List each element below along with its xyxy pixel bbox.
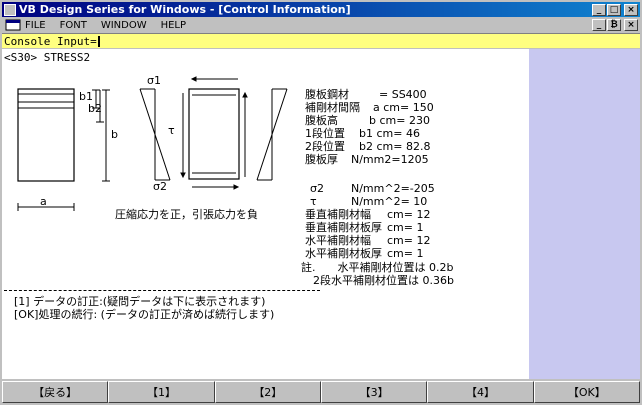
menu-font[interactable]: FONT: [60, 20, 87, 31]
param-label: 2段位置: [305, 140, 345, 153]
result-label: 水平補剛材板厚: [305, 247, 382, 260]
tau-label: τ: [168, 124, 175, 137]
option-4-button[interactable]: 【4】: [427, 381, 534, 403]
app-icon[interactable]: [4, 3, 16, 16]
title-bar[interactable]: VB Design Series for Windows - [Control …: [2, 2, 640, 17]
child-close-button[interactable]: ×: [624, 19, 638, 31]
param-label: 1段位置: [305, 127, 345, 140]
text-caret: [97, 35, 100, 47]
param-value: = SS400: [357, 88, 427, 101]
param-value: b1 cm= 46: [359, 127, 420, 140]
note-line: 2段水平補剛材位置は 0.36b: [313, 274, 454, 287]
result-label: 垂直補剛材板厚: [305, 221, 382, 234]
param-value: b cm= 230: [347, 114, 430, 127]
result-value: cm= 12: [387, 208, 431, 221]
param-label: 腹板厚: [305, 153, 338, 166]
stress-label: σ2: [310, 182, 324, 195]
console-input[interactable]: Console Input=: [2, 33, 640, 48]
menu-bar: FILE FONT WINDOW HELP _ ₿ ×: [2, 18, 640, 32]
console-label: Console Input=: [4, 34, 97, 48]
drawing-canvas: <S30> STRESS2 σ1 σ2 τ b1 b2 b a 圧縮応力を正，引…: [2, 49, 529, 379]
ok-button[interactable]: 【OK】: [533, 381, 640, 403]
child-minimize-button[interactable]: _: [592, 19, 606, 31]
option-2-button[interactable]: 【2】: [214, 381, 321, 403]
document-icon[interactable]: [5, 19, 21, 31]
close-button[interactable]: ×: [624, 3, 638, 16]
option-1-button[interactable]: 【1】: [108, 381, 215, 403]
param-value: b2 cm= 82.8: [359, 140, 431, 153]
side-panel: [529, 49, 640, 379]
stress-label: τ: [310, 195, 317, 208]
result-value: cm= 1: [387, 221, 424, 234]
option-3-button[interactable]: 【3】: [320, 381, 428, 403]
menu-file[interactable]: FILE: [25, 20, 46, 31]
minimize-button[interactable]: _: [592, 3, 606, 16]
result-label: 水平補剛材幅: [305, 234, 371, 247]
back-button[interactable]: 【戻る】: [2, 381, 109, 403]
param-value: a cm= 150: [373, 101, 434, 114]
b2-label: b2: [88, 102, 102, 115]
sigma1-label: σ1: [147, 74, 161, 87]
message-line: [OK]処理の続行: (データの訂正が済めば続行します): [14, 308, 275, 321]
function-button-bar: 【戻る】 【1】 【2】 【3】 【4】 【OK】: [2, 381, 640, 403]
param-value: N/mm2=1205: [351, 153, 429, 166]
note-line: 註. 水平補剛材位置は 0.2b: [301, 261, 454, 274]
result-value: cm= 12: [387, 234, 431, 247]
sigma2-label: σ2: [153, 180, 167, 193]
param-label: 補剛材間隔: [305, 101, 360, 114]
a-label: a: [40, 195, 47, 208]
param-label: 腹板鋼材: [305, 88, 349, 101]
b-label: b: [111, 128, 118, 141]
menu-help[interactable]: HELP: [161, 20, 186, 31]
message-line: [1] データの訂正:(疑問データは下に表示されます): [14, 295, 266, 308]
divider: [4, 290, 320, 291]
stress-value: N/mm^2= 10: [351, 195, 428, 208]
app-window: VB Design Series for Windows - [Control …: [0, 0, 642, 405]
result-value: cm= 1: [387, 247, 424, 260]
result-label: 垂直補剛材幅: [305, 208, 371, 221]
maximize-button[interactable]: □: [607, 3, 621, 16]
stress-value: N/mm^2=-205: [351, 182, 435, 195]
child-restore-button[interactable]: ₿: [607, 19, 621, 31]
menu-window[interactable]: WINDOW: [101, 20, 147, 31]
diagram-caption: 圧縮応力を正，引張応力を負: [115, 208, 258, 221]
window-title: VB Design Series for Windows - [Control …: [19, 3, 351, 16]
param-label: 腹板高: [305, 114, 338, 127]
